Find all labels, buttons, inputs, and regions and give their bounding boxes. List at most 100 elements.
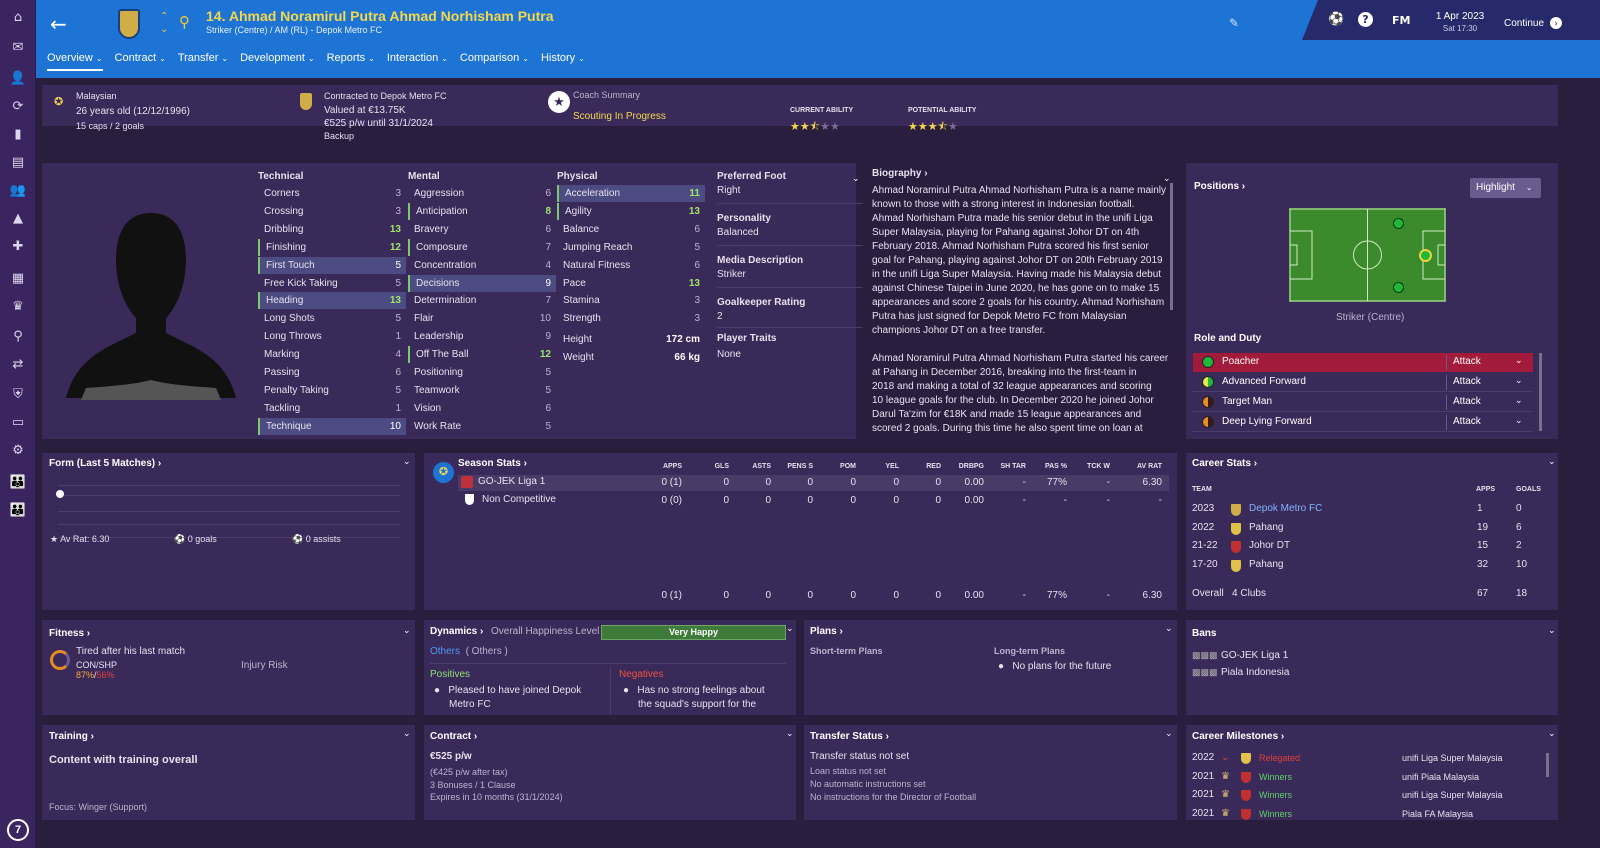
fitness-title[interactable]: Fitness › xyxy=(49,628,90,639)
youth-icon[interactable]: 👪 xyxy=(7,472,29,492)
career-team[interactable]: Pahang xyxy=(1249,522,1283,533)
calendar-icon[interactable]: ▦ xyxy=(7,268,29,288)
season-header[interactable]: YEL xyxy=(869,463,899,470)
season-row-comp[interactable]: GO-JEK Liga 1 xyxy=(478,476,545,487)
attribute-row[interactable]: Off The Ball 12 xyxy=(408,346,556,364)
role-row[interactable]: Poacher Attack ⌄ xyxy=(1193,353,1533,372)
fitness-chevron-icon[interactable]: ⌄ xyxy=(403,625,411,636)
dynamics-chevron-icon[interactable]: ⌄ xyxy=(786,623,794,634)
scouting-icon[interactable]: ⚲ xyxy=(7,326,29,346)
role-row[interactable]: Target Man Attack ⌄ xyxy=(1193,393,1533,412)
attribute-row[interactable]: Anticipation 8 xyxy=(408,202,556,220)
home-icon[interactable]: ⌂ xyxy=(7,7,29,27)
transfers-icon[interactable]: ⇄ xyxy=(7,354,29,374)
attribute-row[interactable]: Tackling 1 xyxy=(258,400,406,417)
season-header[interactable]: PENS S xyxy=(783,463,813,470)
duty-dropdown[interactable]: Attack xyxy=(1453,396,1481,407)
attribute-row[interactable]: Composure 7 xyxy=(408,238,556,256)
season-header[interactable]: POM xyxy=(826,463,856,470)
attribute-row[interactable]: First Touch 5 xyxy=(258,256,406,274)
attribute-row[interactable]: Dribbling 13 xyxy=(258,221,406,238)
attribute-row[interactable]: Long Shots 5 xyxy=(258,310,406,327)
attribute-row[interactable]: Teamwork 5 xyxy=(408,382,556,399)
form-title[interactable]: Form (Last 5 Matches) › xyxy=(49,458,161,469)
reports-icon[interactable]: ▮ xyxy=(7,124,29,144)
help-icon[interactable]: ? xyxy=(1358,12,1373,27)
form-chevron-icon[interactable]: ⌄ xyxy=(403,456,411,467)
attribute-row[interactable]: Bravery 6 xyxy=(408,221,556,238)
tab-reports[interactable]: Reports ⌄ xyxy=(327,52,375,71)
notification-badge[interactable]: 7 xyxy=(7,819,29,841)
duty-dropdown[interactable]: Attack xyxy=(1453,376,1481,387)
career-team[interactable]: Johor DT xyxy=(1249,540,1290,551)
attribute-row[interactable]: Balance 6 xyxy=(557,221,705,238)
season-header[interactable]: SH TAR xyxy=(996,463,1026,470)
prev-next-player-icon[interactable]: ⌃ ⌄ xyxy=(160,10,168,36)
attribute-row[interactable]: Heading 13 xyxy=(258,292,406,310)
finances-icon[interactable]: ▭ xyxy=(7,412,29,432)
attribute-row[interactable]: Pace 13 xyxy=(557,275,705,292)
duty-dropdown[interactable]: Attack xyxy=(1453,356,1481,367)
medical-icon[interactable]: ✚ xyxy=(7,236,29,256)
attribute-row[interactable]: Concentration 4 xyxy=(408,257,556,274)
career-team[interactable]: Depok Metro FC xyxy=(1249,503,1322,514)
transfer-chevron-icon[interactable]: ⌄ xyxy=(1165,728,1173,739)
search-icon[interactable]: ⚲ xyxy=(179,13,190,31)
continue-button[interactable]: Continue › xyxy=(1504,17,1563,29)
bans-chevron-icon[interactable]: ⌄ xyxy=(1548,625,1556,636)
tab-development[interactable]: Development ⌄ xyxy=(240,52,315,71)
tab-contract[interactable]: Contract ⌄ xyxy=(115,52,166,71)
attribute-row[interactable]: Long Throws 1 xyxy=(258,328,406,345)
attribute-row[interactable]: Penalty Taking 5 xyxy=(258,382,406,399)
staff-icon[interactable]: 👥 xyxy=(7,180,29,200)
chevron-down-icon[interactable]: ⌄ xyxy=(1515,415,1523,426)
edit-icon[interactable]: ✎ xyxy=(1229,16,1239,30)
inbox-icon[interactable]: ✉ xyxy=(7,37,29,57)
tactics-icon[interactable]: ▲ xyxy=(7,208,29,228)
squad-icon[interactable]: 👤 xyxy=(7,68,29,88)
chevron-down-icon[interactable]: ⌄ xyxy=(1515,355,1523,366)
season-header[interactable]: DRBPG xyxy=(954,463,984,470)
training-chevron-icon[interactable]: ⌄ xyxy=(403,728,411,739)
club-crest-icon[interactable] xyxy=(118,9,140,39)
attribute-row[interactable]: Crossing 3 xyxy=(258,203,406,220)
attribute-row[interactable]: Work Rate 5 xyxy=(408,418,556,435)
development-icon[interactable]: ⚙ xyxy=(7,440,29,460)
details-chevron-icon[interactable]: ⌄ xyxy=(852,173,860,184)
attribute-row[interactable]: Passing 6 xyxy=(258,364,406,381)
ball-icon[interactable]: ⚽ xyxy=(1328,12,1344,27)
attribute-row[interactable]: Agility 13 xyxy=(557,202,705,220)
biography-scrollbar[interactable] xyxy=(1170,183,1173,310)
contract-chevron-icon[interactable]: ⌄ xyxy=(786,728,794,739)
attribute-row[interactable]: Acceleration 11 xyxy=(557,185,705,202)
duty-dropdown[interactable]: Attack xyxy=(1453,416,1481,427)
chevron-down-icon[interactable]: ⌄ xyxy=(1515,375,1523,386)
career-chevron-icon[interactable]: ⌄ xyxy=(1548,456,1556,467)
attribute-row[interactable]: Decisions 9 xyxy=(408,274,556,292)
community-icon[interactable]: 👪 xyxy=(7,500,29,520)
tab-overview[interactable]: Overview ⌄ xyxy=(47,52,103,71)
biography-title[interactable]: Biography › xyxy=(872,168,928,179)
season-row-comp[interactable]: Non Competitive xyxy=(482,494,556,505)
attribute-row[interactable]: Aggression 6 xyxy=(408,185,556,202)
attribute-row[interactable]: Flair 10 xyxy=(408,310,556,327)
attribute-row[interactable]: Stamina 3 xyxy=(557,292,705,309)
attribute-row[interactable]: Determination 7 xyxy=(408,292,556,309)
transfer-status-title[interactable]: Transfer Status › xyxy=(810,731,889,742)
tab-comparison[interactable]: Comparison ⌄ xyxy=(460,52,529,71)
career-team[interactable]: Pahang xyxy=(1249,559,1283,570)
chevron-down-icon[interactable]: ⌄ xyxy=(1515,395,1523,406)
career-milestones-title[interactable]: Career Milestones › xyxy=(1192,731,1284,742)
club-icon[interactable]: ⛨ xyxy=(7,384,29,404)
season-header[interactable]: RED xyxy=(911,463,941,470)
attribute-row[interactable]: Leadership 9 xyxy=(408,328,556,345)
attribute-row[interactable]: Free Kick Taking 5 xyxy=(258,275,406,292)
training-title[interactable]: Training › xyxy=(49,731,94,742)
role-row[interactable]: Advanced Forward Attack ⌄ xyxy=(1193,373,1533,392)
attribute-row[interactable]: Positioning 5 xyxy=(408,364,556,381)
fm-menu-button[interactable]: FM xyxy=(1392,14,1410,27)
attribute-row[interactable]: Marking 4 xyxy=(258,346,406,363)
season-header[interactable]: ASTS xyxy=(741,463,771,470)
dynamics-icon[interactable]: ⟳ xyxy=(7,96,29,116)
season-header[interactable]: PAS % xyxy=(1037,463,1067,470)
